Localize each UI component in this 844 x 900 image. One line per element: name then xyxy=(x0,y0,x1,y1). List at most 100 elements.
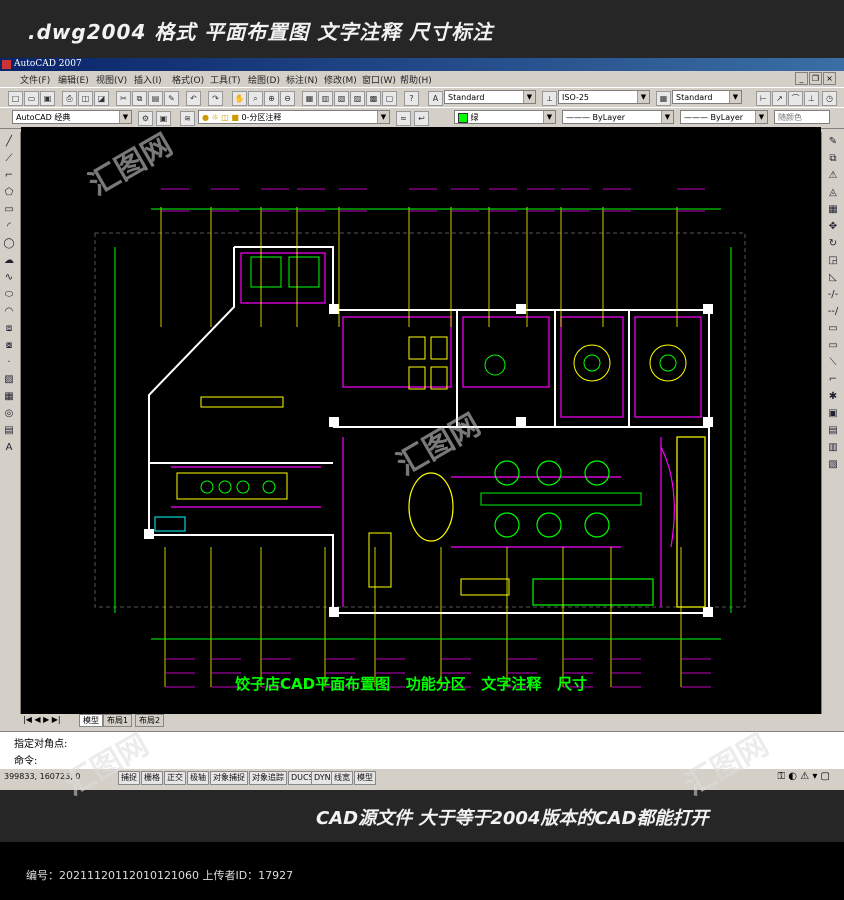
minimize-icon[interactable]: _ xyxy=(795,72,808,85)
menu-edit[interactable]: 编辑(E) xyxy=(58,73,89,86)
polyline-icon[interactable]: ⌐ xyxy=(2,169,16,183)
radius-dim-icon[interactable]: ◷ xyxy=(822,91,837,106)
otrack-toggle[interactable]: 对象追踪 xyxy=(249,771,287,785)
paste-icon[interactable]: ▤ xyxy=(148,91,163,106)
explode-icon[interactable]: ✱ xyxy=(826,390,840,404)
erase-icon[interactable]: ✎ xyxy=(826,135,840,149)
construction-line-icon[interactable]: ⟋ xyxy=(2,152,16,166)
move-icon[interactable]: ✥ xyxy=(826,220,840,234)
polar-toggle[interactable]: 极轴 xyxy=(187,771,209,785)
new-icon[interactable]: □ xyxy=(8,91,23,106)
rectangle-icon[interactable]: ▭ xyxy=(2,203,16,217)
sheet-set-icon[interactable]: ▨ xyxy=(350,91,365,106)
preview-icon[interactable]: ◫ xyxy=(78,91,93,106)
grid-toggle[interactable]: 栅格 xyxy=(141,771,163,785)
save-icon[interactable]: ▣ xyxy=(40,91,55,106)
copy-object-icon[interactable]: ⧉ xyxy=(826,152,840,166)
arc-icon[interactable]: ◜ xyxy=(2,220,16,234)
menu-tools[interactable]: 工具(T) xyxy=(210,73,241,86)
pan-icon[interactable]: ✋ xyxy=(232,91,247,106)
menu-view[interactable]: 视图(V) xyxy=(96,73,127,86)
tool-palettes-icon[interactable]: ▧ xyxy=(334,91,349,106)
gradient-icon[interactable]: ▦ xyxy=(2,390,16,404)
send-back-icon[interactable]: ▥ xyxy=(826,441,840,455)
zoom-realtime-icon[interactable]: ⌕ xyxy=(248,91,263,106)
layer-manager-icon[interactable]: ≋ xyxy=(180,111,195,126)
open-icon[interactable]: ▭ xyxy=(24,91,39,106)
model-toggle[interactable]: 模型 xyxy=(354,771,376,785)
join-icon[interactable]: ▭ xyxy=(826,339,840,353)
snap-toggle[interactable]: 捕捉 xyxy=(118,771,140,785)
draworder-icon[interactable]: ▣ xyxy=(826,407,840,421)
command-window[interactable]: 指定对角点: 命令: xyxy=(0,731,844,769)
mtext-icon[interactable]: A xyxy=(2,441,16,455)
text-front-icon[interactable]: ▧ xyxy=(826,458,840,472)
table-icon[interactable]: ▤ xyxy=(2,424,16,438)
tab-layout2[interactable]: 布局2 xyxy=(135,714,165,727)
offset-icon[interactable]: ◬ xyxy=(826,186,840,200)
trim-icon[interactable]: -/- xyxy=(826,288,840,302)
plotstyle-select[interactable]: 随颜色 xyxy=(774,110,830,124)
linear-dim-icon[interactable]: ⊢ xyxy=(756,91,771,106)
menu-modify[interactable]: 修改(M) xyxy=(324,73,357,86)
redo-icon[interactable]: ↷ xyxy=(208,91,223,106)
menu-dimension[interactable]: 标注(N) xyxy=(286,73,318,86)
ellipse-arc-icon[interactable]: ◠ xyxy=(2,305,16,319)
properties-icon[interactable]: ▦ xyxy=(302,91,317,106)
drawing-canvas[interactable]: 饺子店CAD平面布置图 功能分区 文字注释 尺寸 xyxy=(21,127,821,714)
array-icon[interactable]: ▦ xyxy=(826,203,840,217)
arc-dim-icon[interactable]: ⌒ xyxy=(788,91,803,106)
table-style-select[interactable]: Standard ▼ xyxy=(672,90,742,104)
revcloud-icon[interactable]: ☁ xyxy=(2,254,16,268)
extend-icon[interactable]: --/ xyxy=(826,305,840,319)
aligned-dim-icon[interactable]: ↗ xyxy=(772,91,787,106)
publish-icon[interactable]: ◪ xyxy=(94,91,109,106)
workspace-select[interactable]: AutoCAD 经典 ▼ xyxy=(12,110,132,124)
text-style-select[interactable]: Standard ▼ xyxy=(444,90,536,104)
tray-icons[interactable]: ⚿ ◐ ⚠ ▾ ▢ xyxy=(778,771,830,782)
lineweight-toggle[interactable]: 线宽 xyxy=(331,771,353,785)
zoom-previous-icon[interactable]: ⊖ xyxy=(280,91,295,106)
ellipse-icon[interactable]: ⬭ xyxy=(2,288,16,302)
lineweight-select[interactable]: ——— ByLayer ▼ xyxy=(680,110,768,124)
chamfer-icon[interactable]: ⟍ xyxy=(826,356,840,370)
menu-file[interactable]: 文件(F) xyxy=(20,73,50,86)
linetype-select[interactable]: ——— ByLayer ▼ xyxy=(562,110,674,124)
ordinate-dim-icon[interactable]: ⊥ xyxy=(804,91,819,106)
workspace-settings-icon[interactable]: ⚙ xyxy=(138,111,153,126)
circle-icon[interactable]: ◯ xyxy=(2,237,16,251)
match-properties-icon[interactable]: ✎ xyxy=(164,91,179,106)
dim-style-select[interactable]: ISO-25 ▼ xyxy=(558,90,650,104)
help-icon[interactable]: ? xyxy=(404,91,419,106)
undo-icon[interactable]: ↶ xyxy=(186,91,201,106)
tab-model[interactable]: 模型 xyxy=(79,714,103,727)
make-block-icon[interactable]: ⧇ xyxy=(2,339,16,353)
mirror-icon[interactable]: ⚠ xyxy=(826,169,840,183)
menu-help[interactable]: 帮助(H) xyxy=(400,73,432,86)
spline-icon[interactable]: ∿ xyxy=(2,271,16,285)
print-icon[interactable]: ⎙ xyxy=(62,91,77,106)
region-icon[interactable]: ◎ xyxy=(2,407,16,421)
bring-front-icon[interactable]: ▤ xyxy=(826,424,840,438)
fillet-icon[interactable]: ⌐ xyxy=(826,373,840,387)
tab-nav-arrows[interactable]: |◀ ◀ ▶ ▶| xyxy=(23,715,61,724)
polygon-icon[interactable]: ⬠ xyxy=(2,186,16,200)
design-center-icon[interactable]: ▥ xyxy=(318,91,333,106)
tab-layout1[interactable]: 布局1 xyxy=(103,714,133,727)
layer-select[interactable]: ● ☼ ◫ ■ 0-分区注释 ▼ xyxy=(198,110,390,124)
break-icon[interactable]: ▭ xyxy=(826,322,840,336)
copy-icon[interactable]: ⧉ xyxy=(132,91,147,106)
rotate-icon[interactable]: ↻ xyxy=(826,237,840,251)
cut-icon[interactable]: ✂ xyxy=(116,91,131,106)
menu-format[interactable]: 格式(O) xyxy=(172,73,204,86)
restore-icon[interactable]: ❐ xyxy=(809,72,822,85)
menu-draw[interactable]: 绘图(D) xyxy=(248,73,280,86)
insert-block-icon[interactable]: ⧈ xyxy=(2,322,16,336)
color-select[interactable]: 绿 ▼ xyxy=(454,110,556,124)
osnap-toggle[interactable]: 对象捕捉 xyxy=(210,771,248,785)
command-prompt[interactable]: 命令: xyxy=(14,752,37,767)
calculator-icon[interactable]: ▢ xyxy=(382,91,397,106)
line-icon[interactable]: ╱ xyxy=(2,135,16,149)
make-current-icon[interactable]: ≈ xyxy=(396,111,411,126)
scale-icon[interactable]: ◲ xyxy=(826,254,840,268)
